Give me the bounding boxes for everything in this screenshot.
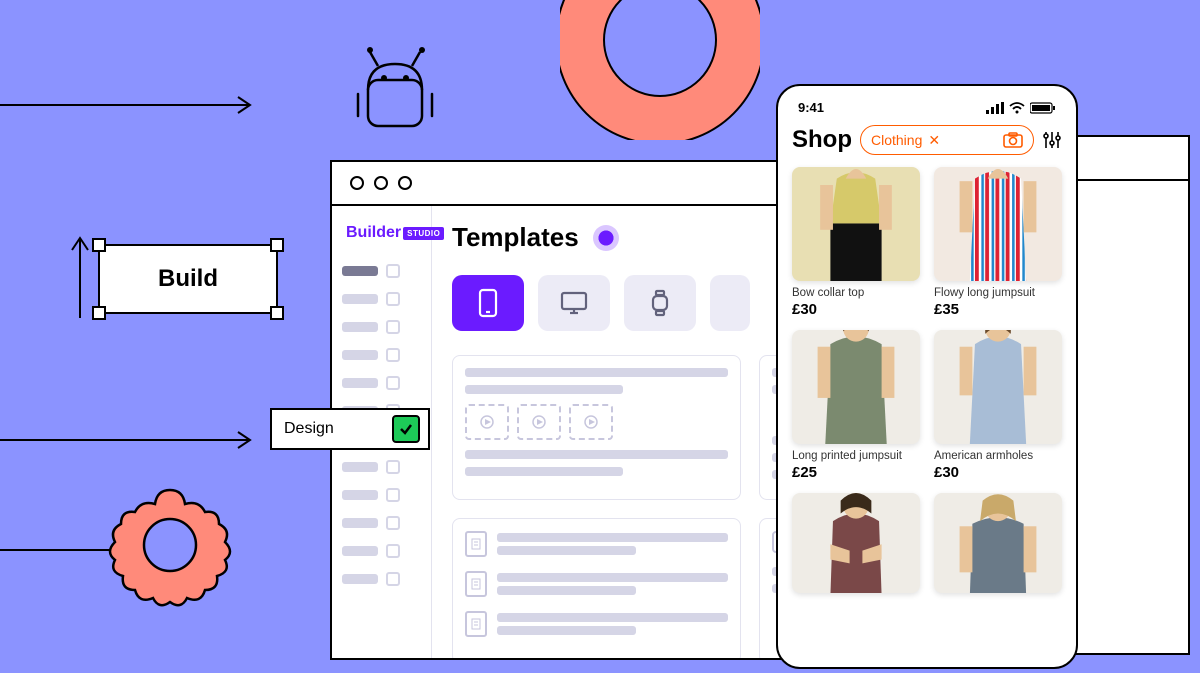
product-grid: Bow collar top £30 Flowy long jumpsuit £… — [792, 167, 1062, 593]
product-card[interactable] — [934, 493, 1062, 593]
battery-icon — [1030, 102, 1056, 114]
document-icon — [465, 611, 487, 637]
sidebar-item[interactable] — [342, 292, 421, 306]
product-card[interactable] — [792, 493, 920, 593]
android-icon — [340, 40, 450, 150]
sidebar-item[interactable] — [342, 488, 421, 502]
product-price: £25 — [792, 464, 920, 481]
template-card[interactable] — [452, 518, 741, 658]
phone-statusbar: 9:41 — [792, 100, 1062, 115]
sidebar-item[interactable] — [342, 460, 421, 474]
window-control-close[interactable] — [350, 176, 364, 190]
logo: Builder STUDIO — [342, 224, 421, 242]
play-icon — [517, 404, 561, 440]
resize-handle[interactable] — [92, 238, 106, 252]
sidebar-item[interactable] — [342, 376, 421, 390]
close-icon[interactable]: ✕ — [928, 132, 940, 149]
filter-sliders-icon[interactable] — [1042, 130, 1062, 150]
logo-text: Builder — [346, 224, 401, 242]
product-name: Long printed jumpsuit — [792, 450, 920, 462]
design-checkbox-tag[interactable]: Design — [270, 408, 430, 450]
product-card[interactable]: Long printed jumpsuit £25 — [792, 330, 920, 481]
product-name: Bow collar top — [792, 287, 920, 299]
sidebar-item[interactable] — [342, 348, 421, 362]
arrow-decor-up — [70, 230, 90, 320]
play-icon — [569, 404, 613, 440]
product-price: £35 — [934, 301, 1062, 318]
device-tab-watch[interactable] — [624, 275, 696, 331]
device-tab-mobile[interactable] — [452, 275, 524, 331]
window-control-min[interactable] — [374, 176, 388, 190]
arrow-decor-2 — [0, 430, 260, 450]
record-icon[interactable] — [593, 225, 619, 251]
phone-mockup: 9:41 Shop Clothing ✕ — [776, 84, 1078, 669]
device-tab-desktop[interactable] — [538, 275, 610, 331]
sidebar-item[interactable] — [342, 264, 421, 278]
window-control-max[interactable] — [398, 176, 412, 190]
resize-handle[interactable] — [270, 306, 284, 320]
resize-handle[interactable] — [270, 238, 284, 252]
phone-page-title: Shop — [792, 126, 852, 154]
filter-chip-clothing[interactable]: Clothing ✕ — [860, 125, 1034, 155]
template-card[interactable] — [452, 355, 741, 500]
sidebar-item[interactable] — [342, 544, 421, 558]
product-price: £30 — [934, 464, 1062, 481]
product-card[interactable]: American armholes £30 — [934, 330, 1062, 481]
sidebar-item[interactable] — [342, 516, 421, 530]
browser-window-back — [1070, 135, 1190, 655]
build-label: Build — [158, 265, 218, 293]
donut-decor — [560, 0, 760, 140]
product-name: American armholes — [934, 450, 1062, 462]
resize-handle[interactable] — [92, 306, 106, 320]
chip-label: Clothing — [871, 132, 922, 148]
checkmark-icon — [392, 415, 420, 443]
camera-icon[interactable] — [1003, 132, 1023, 148]
sidebar-item[interactable] — [342, 320, 421, 334]
product-name: Flowy long jumpsuit — [934, 287, 1062, 299]
device-tab-more[interactable] — [710, 275, 750, 331]
wifi-icon — [1009, 102, 1025, 114]
design-label: Design — [284, 420, 334, 438]
page-title: Templates — [452, 222, 579, 253]
sidebar-item[interactable] — [342, 572, 421, 586]
build-selection-box[interactable]: Build — [98, 244, 278, 314]
signal-icon — [986, 102, 1004, 114]
document-icon — [465, 531, 487, 557]
gear-icon — [105, 480, 235, 610]
arrow-decor-1 — [0, 95, 260, 115]
product-card[interactable]: Bow collar top £30 — [792, 167, 920, 318]
status-time: 9:41 — [798, 100, 824, 115]
document-icon — [465, 571, 487, 597]
product-price: £30 — [792, 301, 920, 318]
play-icon — [465, 404, 509, 440]
product-card[interactable]: Flowy long jumpsuit £35 — [934, 167, 1062, 318]
